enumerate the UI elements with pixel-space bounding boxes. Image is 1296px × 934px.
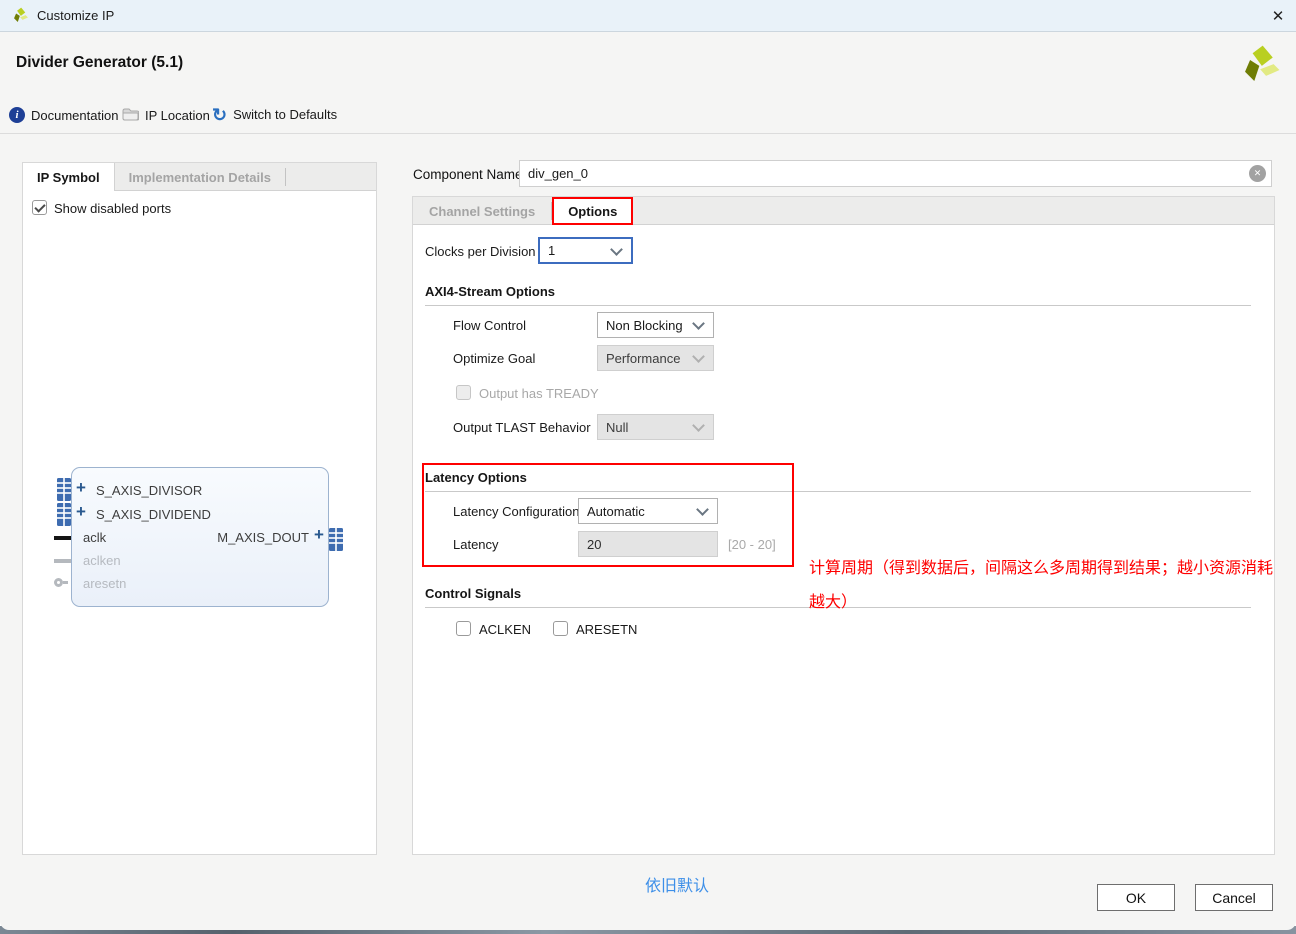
optimize-goal-dropdown: Performance — [597, 345, 714, 371]
cancel-button[interactable]: Cancel — [1195, 884, 1273, 911]
switch-to-defaults-button[interactable]: ↻ Switch to Defaults — [212, 107, 337, 122]
tab-implementation-details[interactable]: Implementation Details — [115, 163, 285, 191]
disabled-stub — [54, 559, 71, 563]
reset-port-icon — [54, 578, 63, 587]
flow-control-label: Flow Control — [453, 318, 526, 333]
output-tlast-behavior-label: Output TLAST Behavior — [453, 420, 591, 435]
expand-port-icon[interactable]: + — [76, 481, 86, 495]
component-name-input[interactable] — [519, 160, 1272, 187]
port-s-axis-dividend: S_AXIS_DIVIDEND — [96, 507, 211, 522]
check-icon — [34, 201, 45, 212]
ip-symbol-panel: IP Symbol Implementation Details Show di… — [22, 162, 377, 855]
optimize-goal-label: Optimize Goal — [453, 351, 535, 366]
tab-strip-line — [413, 224, 1274, 225]
output-has-tready-checkbox — [456, 385, 471, 400]
customize-ip-window: Customize IP ✕ Divider Generator (5.1) i… — [0, 0, 1296, 930]
switch-to-defaults-label: Switch to Defaults — [233, 107, 337, 122]
flow-control-dropdown[interactable]: Non Blocking — [597, 312, 714, 338]
latency-range-hint: [20 - 20] — [728, 537, 776, 552]
port-aresetn: aresetn — [83, 576, 126, 591]
chevron-down-icon — [692, 350, 705, 363]
output-has-tready-label: Output has TREADY — [479, 386, 599, 401]
expand-port-icon[interactable]: + — [76, 505, 86, 519]
port-m-axis-dout: M_AXIS_DOUT — [193, 530, 309, 545]
title-bar[interactable]: Customize IP ✕ — [0, 0, 1296, 32]
reset-port-tail — [63, 581, 68, 584]
latency-configuration-dropdown[interactable]: Automatic — [578, 498, 718, 524]
latency-input — [578, 531, 718, 557]
tab-ip-symbol-label: IP Symbol — [37, 170, 100, 185]
aresetn-label: ARESETN — [576, 622, 637, 637]
documentation-label: Documentation — [31, 108, 118, 123]
left-tab-strip: IP Symbol Implementation Details — [23, 163, 376, 191]
latency-options-header: Latency Options — [425, 470, 1251, 492]
latency-configuration-label: Latency Configuration — [453, 504, 579, 519]
right-tab-strip: Channel Settings Options — [413, 197, 1274, 225]
port-aclken: aclken — [83, 553, 121, 568]
tab-implementation-details-label: Implementation Details — [129, 170, 271, 185]
app-logo-icon — [12, 7, 29, 29]
xilinx-logo-icon — [1240, 44, 1282, 91]
ok-button[interactable]: OK — [1097, 884, 1175, 911]
tab-separator — [285, 168, 286, 186]
ip-location-button[interactable]: IP Location — [122, 107, 210, 124]
component-name-label: Component Name — [413, 167, 523, 182]
output-tlast-behavior-dropdown: Null — [597, 414, 714, 440]
clear-icon[interactable]: ✕ — [1249, 165, 1266, 182]
axi-bus-icon — [57, 503, 71, 531]
window-title: Customize IP — [37, 8, 114, 23]
clocks-per-division-dropdown[interactable]: 1 — [538, 237, 633, 264]
axi-bus-icon — [57, 478, 71, 506]
chevron-down-icon — [610, 243, 623, 256]
output-tlast-behavior-value: Null — [606, 420, 628, 435]
clock-stub — [54, 536, 71, 540]
options-panel: Channel Settings Options Clocks per Divi… — [412, 196, 1275, 855]
header-divider — [0, 133, 1296, 134]
tab-channel-settings-label: Channel Settings — [429, 204, 535, 219]
chevron-down-icon — [696, 503, 709, 516]
axi-bus-icon — [329, 528, 343, 556]
latency-configuration-value: Automatic — [587, 504, 645, 519]
page-title: Divider Generator (5.1) — [16, 54, 183, 72]
chevron-down-icon — [692, 419, 705, 432]
port-aclk: aclk — [83, 530, 106, 545]
flow-control-value: Non Blocking — [606, 318, 683, 333]
footer-annotation: 依旧默认 — [645, 872, 709, 896]
tab-options[interactable]: Options — [552, 197, 633, 225]
info-icon: i — [9, 107, 25, 123]
chevron-down-icon — [692, 317, 705, 330]
tab-ip-symbol[interactable]: IP Symbol — [23, 163, 115, 191]
aresetn-checkbox[interactable] — [553, 621, 568, 636]
aclken-label: ACLKEN — [479, 622, 531, 637]
screen: Customize IP ✕ Divider Generator (5.1) i… — [0, 0, 1296, 934]
latency-annotation-line1: 计算周期（得到数据后，间隔这么多周期得到结果；越小资源消耗 — [809, 554, 1273, 578]
optimize-goal-value: Performance — [606, 351, 680, 366]
close-icon[interactable]: ✕ — [1260, 0, 1296, 31]
show-disabled-ports-label: Show disabled ports — [54, 201, 171, 216]
documentation-button[interactable]: i Documentation — [9, 107, 118, 123]
expand-port-icon[interactable]: + — [314, 528, 324, 542]
show-disabled-ports-checkbox[interactable] — [32, 200, 47, 215]
port-s-axis-divisor: S_AXIS_DIVISOR — [96, 483, 202, 498]
folder-icon — [122, 107, 139, 124]
latency-label: Latency — [453, 537, 499, 552]
clocks-per-division-value: 1 — [548, 243, 555, 258]
refresh-icon: ↻ — [212, 108, 227, 122]
tab-channel-settings[interactable]: Channel Settings — [413, 197, 551, 225]
axi4-stream-options-header: AXI4-Stream Options — [425, 284, 1251, 306]
clocks-per-division-label: Clocks per Division — [425, 244, 536, 259]
latency-annotation-line2: 越大） — [809, 588, 857, 612]
aclken-checkbox[interactable] — [456, 621, 471, 636]
ip-location-label: IP Location — [145, 108, 210, 123]
tab-options-label: Options — [568, 204, 617, 219]
